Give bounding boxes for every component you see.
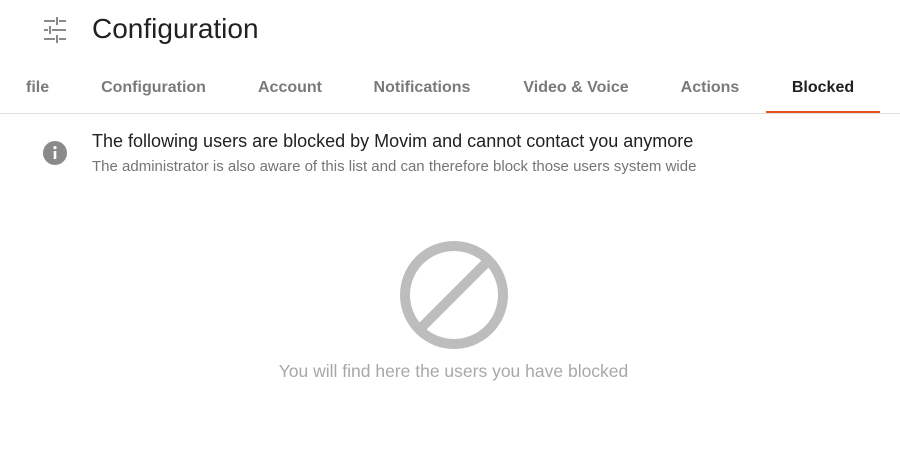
- tab-video-voice[interactable]: Video & Voice: [518, 62, 634, 114]
- tab-actions[interactable]: Actions: [674, 62, 746, 114]
- tab-configuration[interactable]: Configuration: [96, 62, 211, 114]
- info-title: The following users are blocked by Movim…: [92, 131, 694, 151]
- info-banner: The following users are blocked by Movim…: [0, 120, 900, 184]
- empty-state-text: You will find here the users you have bl…: [278, 361, 629, 381]
- tune-icon[interactable]: [40, 16, 70, 44]
- settings-tabs: file Configuration Account Notifications…: [0, 62, 900, 114]
- tab-profile[interactable]: file: [26, 62, 50, 114]
- info-subtitle: The administrator is also aware of this …: [92, 158, 697, 175]
- app-header: Configuration: [0, 0, 900, 60]
- tab-account[interactable]: Account: [250, 62, 330, 114]
- tab-blocked[interactable]: Blocked: [766, 62, 880, 114]
- block-icon: [400, 241, 508, 349]
- page-title: Configuration: [92, 13, 259, 44]
- active-tab-indicator: [766, 111, 880, 113]
- info-icon: [43, 141, 67, 165]
- tab-notifications[interactable]: Notifications: [368, 62, 476, 114]
